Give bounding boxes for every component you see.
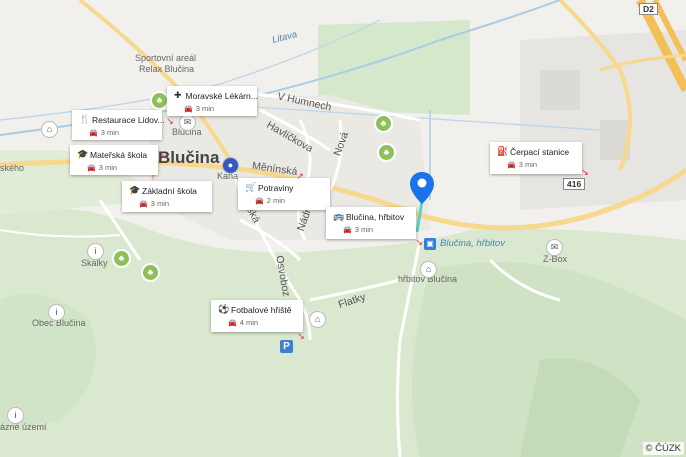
direction-arrow-icon: ↗	[296, 171, 304, 181]
poi-card-title: Základní škola	[142, 185, 197, 196]
info-poi-icon[interactable]: i	[8, 408, 23, 423]
pharmacy-cross-icon: ✚	[174, 90, 182, 100]
car-icon: 🚘	[343, 226, 352, 234]
museum-poi-icon[interactable]: ⌂	[42, 122, 57, 137]
school-cap-icon: 🎓	[129, 185, 141, 195]
fork-knife-icon: 🍴	[79, 114, 91, 124]
football-icon: ⚽	[218, 304, 230, 314]
place-label-skalky: Skalky	[81, 258, 108, 268]
mail-poi-icon[interactable]: ✉	[180, 115, 195, 130]
car-icon: 🚘	[184, 105, 193, 113]
fuel-pump-icon: ⛽	[497, 146, 509, 156]
place-label-zbox: Z-Box	[543, 254, 568, 264]
location-pin-icon[interactable]	[410, 172, 434, 204]
car-icon: 🚘	[139, 200, 148, 208]
poi-card-materska[interactable]: 🎓 Mateřská škola 🚘 3 min	[70, 145, 158, 175]
car-icon: 🚘	[507, 161, 516, 169]
shop-poi-icon[interactable]: ●	[223, 158, 238, 173]
car-icon: 🚘	[89, 129, 98, 137]
mail-poi-icon[interactable]: ✉	[547, 240, 562, 255]
park-poi-icon[interactable]: ♣	[379, 145, 394, 160]
bus-stop-icon[interactable]: ▣	[424, 238, 436, 250]
street-label-skeho: ského	[0, 163, 25, 173]
poi-card-time: 3 min	[518, 160, 538, 169]
park-poi-icon[interactable]: ♣	[114, 251, 129, 266]
info-poi-icon[interactable]: i	[49, 305, 64, 320]
cart-icon: 🛒	[245, 182, 257, 192]
poi-card-time: 3 min	[98, 163, 118, 172]
direction-arrow-icon: ↘	[415, 237, 423, 247]
bus-stop-map-label: Blučina, hřbitov	[440, 238, 505, 249]
poi-card-time: 3 min	[354, 225, 374, 234]
poi-card-fotbal[interactable]: ⚽ Fotbalové hřiště 🚘 4 min	[211, 300, 303, 332]
park-poi-icon[interactable]: ♣	[376, 116, 391, 131]
map-canvas[interactable]: Blučina V Humnech Havlíčkova Nová Měníns…	[0, 0, 686, 457]
park-poi-icon[interactable]: ♣	[152, 93, 167, 108]
direction-arrow-icon: ↘	[297, 331, 305, 341]
poi-card-title: Fotbalové hřiště	[231, 304, 292, 315]
poi-card-time: 3 min	[100, 128, 120, 137]
direction-arrow-icon: ↑	[150, 172, 156, 182]
poi-card-title: Moravské Lékárn...	[185, 90, 258, 101]
place-label-relax: Relax Blučina	[139, 64, 195, 74]
direction-arrow-icon: ↘	[581, 167, 589, 177]
direction-arrow-icon: ↘	[159, 150, 167, 160]
poi-card-potraviny[interactable]: 🛒 Potraviny 🚘 2 min	[238, 178, 330, 210]
poi-card-title: Potraviny	[258, 182, 294, 193]
school-cap-icon: 🎓	[77, 149, 89, 159]
direction-arrow-icon: ↘	[166, 116, 174, 126]
poi-card-title: Restaurace Lidov...	[92, 114, 165, 125]
park-poi-icon[interactable]: ♣	[143, 265, 158, 280]
car-icon: 🚘	[255, 197, 264, 205]
map-copyright: © ČÚZK	[642, 442, 684, 455]
place-label-uzemi: ázné území	[0, 422, 47, 432]
poi-card-time: 3 min	[195, 104, 215, 113]
poi-card-title: Mateřská škola	[90, 149, 148, 160]
poi-card-time: 2 min	[266, 196, 286, 205]
poi-card-zakladni[interactable]: 🎓 Základní škola 🚘 3 min	[122, 181, 212, 212]
cemetery-poi-icon[interactable]: ⌂	[421, 262, 436, 277]
car-icon: 🚘	[228, 319, 237, 327]
poi-card-bus[interactable]: 🚌 Blučina, hřbitov 🚘 3 min	[326, 207, 416, 239]
parking-icon[interactable]: P	[280, 340, 293, 353]
car-icon: 🚘	[87, 164, 96, 172]
bus-icon: 🚌	[333, 211, 345, 221]
road-shield-416: 416	[563, 178, 586, 190]
info-poi-icon[interactable]: i	[88, 244, 103, 259]
poi-card-restaurace[interactable]: 🍴 Restaurace Lidov... 🚘 3 min	[72, 110, 165, 140]
poi-card-time: 4 min	[239, 318, 259, 327]
road-shield-d2: D2	[639, 3, 658, 15]
poi-card-lekarna[interactable]: ✚ Moravské Lékárn... 🚘 3 min	[167, 86, 258, 116]
poi-card-title: Blučina, hřbitov	[346, 211, 405, 222]
poi-card-time: 3 min	[150, 199, 170, 208]
museum-poi-icon[interactable]: ⌂	[310, 312, 325, 327]
place-label-sportovni-areal: Sportovní areál	[135, 53, 197, 63]
poi-card-title: Čerpací stanice	[510, 146, 570, 157]
poi-card-cerpaci[interactable]: ⛽ Čerpací stanice 🚘 3 min	[490, 142, 582, 174]
